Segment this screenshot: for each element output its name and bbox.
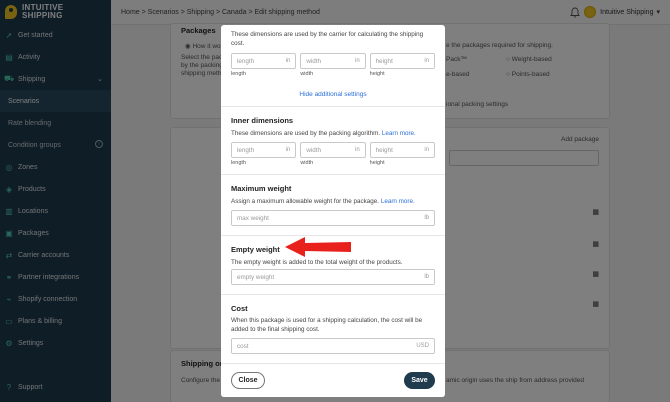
outer-width-input[interactable]: width in [300, 53, 366, 69]
outer-height-input[interactable]: height in [369, 53, 435, 69]
inner-dimensions-section: Inner dimensions These dimensions are us… [221, 107, 445, 166]
save-button[interactable]: Save [404, 372, 435, 389]
maximum-weight-desc: Assign a maximum allowable weight for th… [231, 198, 380, 205]
inner-length-input[interactable]: length in [231, 142, 297, 158]
package-modal: These dimensions are used by the carrier… [221, 25, 445, 397]
inner-height-label: height [369, 160, 385, 166]
outer-width-label: width [300, 71, 314, 77]
hide-additional-settings-link[interactable]: Hide additional settings [231, 91, 435, 98]
max-weight-learn-more-link[interactable]: Learn more. [381, 198, 415, 205]
close-button[interactable]: Close [231, 372, 265, 389]
maximum-weight-title: Maximum weight [231, 184, 292, 193]
max-weight-input[interactable]: max weight lb [231, 210, 435, 226]
cost-input[interactable]: cost USD [231, 338, 435, 354]
red-arrow-annotation-icon [285, 237, 351, 257]
outer-dimensions-desc: These dimensions are used by the carrier… [231, 31, 424, 47]
maximum-weight-section: Maximum weight Assign a maximum allowabl… [221, 175, 445, 226]
outer-length-input[interactable]: length in [231, 53, 297, 69]
inner-height-input[interactable]: height in [369, 142, 435, 158]
cost-section: Cost When this package is used for a shi… [221, 295, 445, 354]
outer-height-label: height [369, 71, 385, 77]
inner-learn-more-link[interactable]: Learn more. [382, 130, 416, 137]
inner-dimensions-title: Inner dimensions [231, 116, 294, 125]
inner-width-label: width [300, 160, 314, 166]
modal-footer: Close Save [221, 363, 445, 397]
cost-desc: When this package is used for a shipping… [231, 317, 423, 333]
outer-dimensions-section: These dimensions are used by the carrier… [221, 25, 445, 98]
empty-weight-input[interactable]: empty weight lb [231, 269, 435, 285]
cost-title: Cost [231, 304, 248, 313]
inner-width-input[interactable]: width in [300, 142, 366, 158]
inner-length-label: length [231, 160, 246, 166]
outer-length-label: length [231, 71, 246, 77]
modal-body[interactable]: These dimensions are used by the carrier… [221, 25, 445, 363]
empty-weight-desc: The empty weight is added to the total w… [231, 259, 403, 266]
inner-dimensions-desc: These dimensions are used by the packing… [231, 130, 381, 137]
